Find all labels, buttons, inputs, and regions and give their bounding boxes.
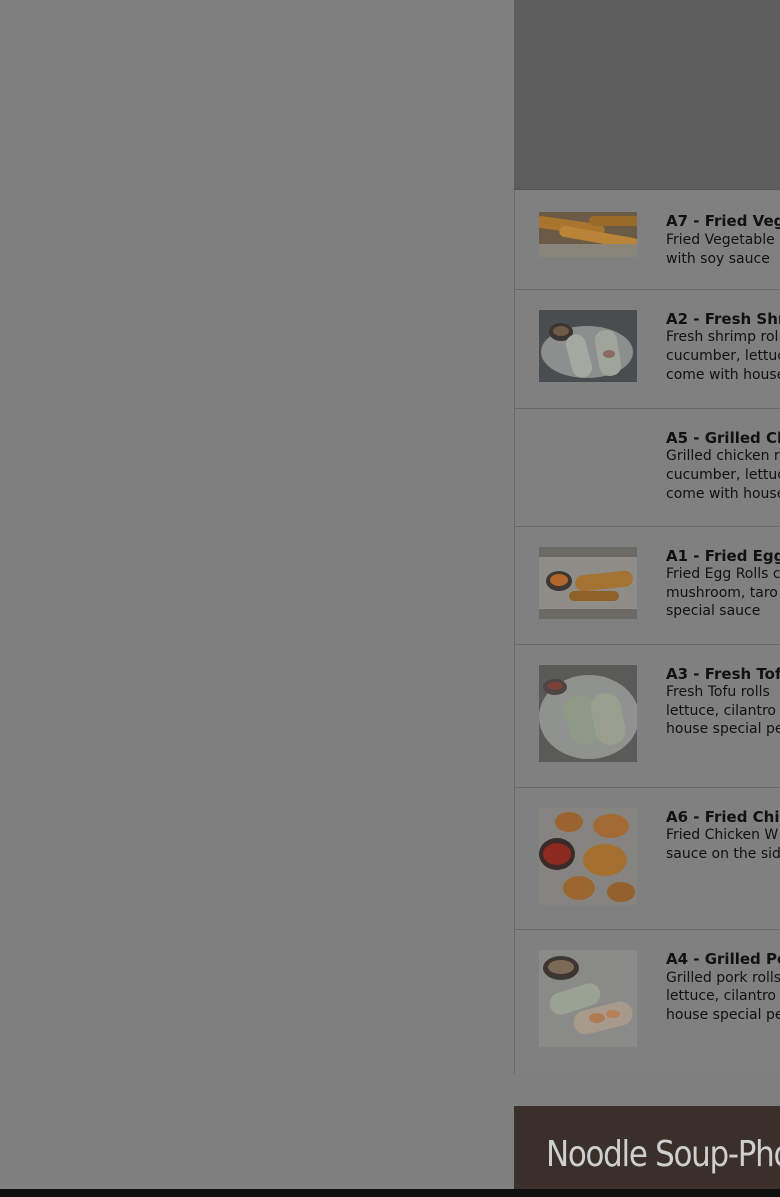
item-description: Fried Vegetable — [666, 232, 775, 248]
item-title: A1 - Fried Egg 2 — [666, 547, 780, 565]
item-description: come with house — [666, 367, 780, 383]
section-header: Noodle Soup-Pho — [514, 1106, 780, 1190]
item-description: Fried Egg Rolls c — [666, 566, 780, 582]
food-image — [539, 665, 637, 762]
item-description: special sauce — [666, 603, 761, 619]
item-title: A2 - Fresh Shri — [666, 310, 780, 328]
menu-item-a5[interactable]: A5 - Grilled Chi Grilled chicken r cucum… — [514, 409, 780, 527]
item-description: cucumber, lettuc — [666, 467, 780, 483]
menu-item-a4[interactable]: A4 - Grilled Por Grilled pork rolls lett… — [514, 930, 780, 1074]
menu-item-a2[interactable]: A2 - Fresh Shri Fresh shrimp rol cucumbe… — [514, 290, 780, 409]
item-description: mushroom, taro — [666, 585, 778, 601]
item-description: house special pe — [666, 721, 780, 737]
food-image — [539, 310, 637, 382]
item-description: with soy sauce — [666, 251, 770, 267]
menu-item-a6[interactable]: A6 - Fried Chic Fried Chicken W sauce on… — [514, 788, 780, 930]
item-description: lettuce, cilantro — [666, 703, 776, 719]
food-image — [539, 212, 637, 257]
item-description: lettuce, cilantro — [666, 988, 776, 1004]
item-title: A3 - Fresh Tofu — [666, 665, 780, 683]
item-description: sauce on the sid — [666, 846, 780, 862]
item-title: A7 - Fried Vege — [666, 212, 780, 230]
item-description: cucumber, lettuc — [666, 348, 780, 364]
item-description: Grilled chicken r — [666, 448, 780, 464]
bottom-bar — [0, 1189, 780, 1197]
item-description: house special pe — [666, 1007, 780, 1023]
menu-panel: A7 - Fried Vege Fried Vegetable with soy… — [514, 0, 780, 1074]
item-title: A4 - Grilled Por — [666, 950, 780, 968]
item-description: Fresh Tofu rolls — [666, 684, 770, 700]
item-description: Fried Chicken W — [666, 827, 779, 843]
food-image — [539, 950, 637, 1047]
menu-item-a1[interactable]: A1 - Fried Egg 2 Fried Egg Rolls c mushr… — [514, 527, 780, 645]
section-title: Noodle Soup-Pho — [546, 1134, 780, 1175]
menu-item-a7[interactable]: A7 - Fried Vege Fried Vegetable with soy… — [514, 190, 780, 290]
item-title: A6 - Fried Chic — [666, 808, 780, 826]
item-description: Grilled pork rolls — [666, 970, 780, 986]
menu-item-a3[interactable]: A3 - Fresh Tofu Fresh Tofu rolls lettuce… — [514, 645, 780, 788]
item-title: A5 - Grilled Chi — [666, 429, 780, 447]
food-image — [539, 808, 637, 905]
food-image — [539, 547, 637, 619]
item-description: come with house — [666, 486, 780, 502]
panel-header — [514, 0, 780, 190]
item-description: Fresh shrimp rol — [666, 329, 779, 345]
